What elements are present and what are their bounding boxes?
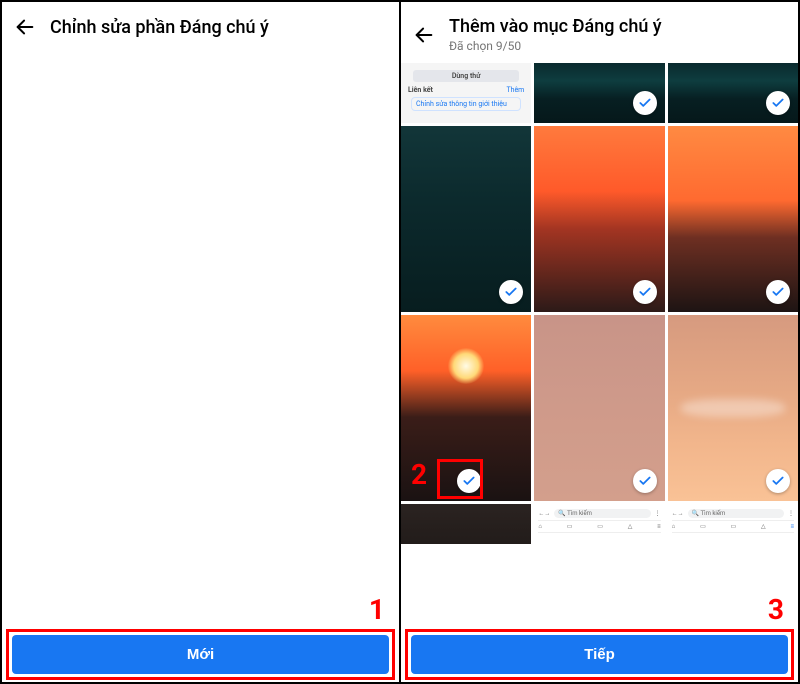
screen-add-featured: Thêm vào mục Đáng chú ý Đã chọn 9/50 Dùn…: [401, 2, 798, 682]
photo-grid-container: Dùng thử Liên kếtThêm Chỉnh sửa thông ti…: [401, 63, 798, 627]
grid-item[interactable]: [534, 63, 664, 123]
grid-item[interactable]: Dùng thử Liên kếtThêm Chỉnh sửa thông ti…: [401, 63, 531, 123]
selection-count: Đã chọn 9/50: [449, 39, 662, 53]
check-icon[interactable]: [633, 91, 657, 115]
grid-item[interactable]: [401, 504, 531, 544]
screen-edit-featured: Chỉnh sửa phần Đáng chú ý 1 Mới: [2, 2, 401, 682]
footer-right: 3 Tiếp: [401, 627, 798, 682]
check-icon[interactable]: [633, 469, 657, 493]
check-icon[interactable]: [766, 469, 790, 493]
footer-left: 1 Mới: [2, 627, 399, 682]
grid-item[interactable]: [668, 63, 798, 123]
grid-item[interactable]: 2: [401, 315, 531, 501]
grid-item[interactable]: ←→🔍 Tìm kiếm⋮ ⌂▭▭△≡: [668, 504, 798, 544]
grid-item[interactable]: ←→🔍 Tìm kiếm⋮ ⌂▭▭△≡: [534, 504, 664, 544]
page-title: Thêm vào mục Đáng chú ý: [449, 16, 662, 37]
header-left: Chỉnh sửa phần Đáng chú ý: [2, 2, 399, 48]
page-title: Chỉnh sửa phần Đáng chú ý: [50, 17, 269, 38]
back-arrow-icon[interactable]: [413, 24, 435, 46]
grid-item[interactable]: [534, 315, 664, 501]
next-button[interactable]: Tiếp: [411, 635, 788, 674]
back-arrow-icon[interactable]: [14, 16, 36, 38]
check-icon[interactable]: [766, 91, 790, 115]
check-icon[interactable]: [499, 280, 523, 304]
grid-item[interactable]: [534, 126, 664, 312]
edit-intro-box: Chỉnh sửa thông tin giới thiệu: [411, 97, 521, 111]
header-right: Thêm vào mục Đáng chú ý Đã chọn 9/50: [401, 2, 798, 63]
grid-item[interactable]: [668, 315, 798, 501]
photo-grid: Dùng thử Liên kếtThêm Chỉnh sửa thông ti…: [401, 63, 798, 544]
check-icon[interactable]: [766, 280, 790, 304]
check-icon[interactable]: [457, 469, 481, 493]
try-mini-button: Dùng thử: [413, 70, 519, 82]
check-icon[interactable]: [633, 280, 657, 304]
annotation-number-2: 2: [411, 458, 427, 491]
grid-item[interactable]: [401, 126, 531, 312]
grid-item[interactable]: [668, 126, 798, 312]
new-button[interactable]: Mới: [12, 635, 389, 674]
empty-body: [2, 48, 399, 627]
